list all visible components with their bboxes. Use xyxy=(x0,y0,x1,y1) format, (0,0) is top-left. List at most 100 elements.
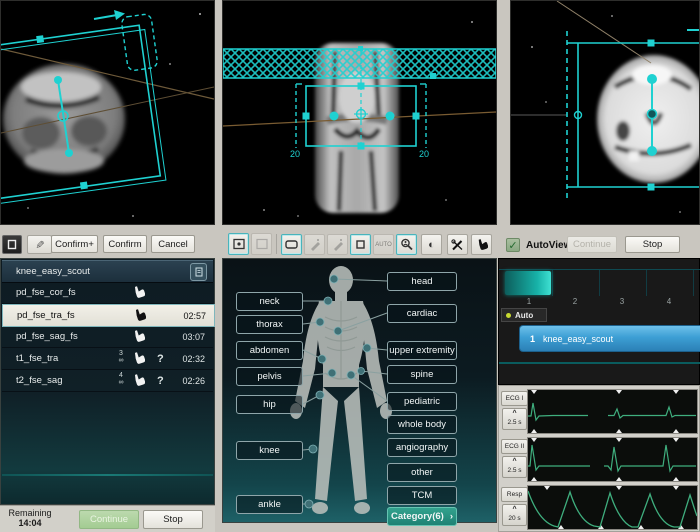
wrench-icon xyxy=(451,239,464,251)
link-group-icon: 3 ∞ xyxy=(114,350,128,364)
autoview-continue-button[interactable]: Continue xyxy=(567,236,617,253)
scan-time: 02:32 xyxy=(182,354,205,364)
confirm-button[interactable]: Confirm xyxy=(103,235,147,253)
body-button-whole-body[interactable]: whole body xyxy=(387,415,457,434)
up-chevron-icon: ^ xyxy=(503,505,526,514)
resp-scale-button[interactable]: ^ 20 s xyxy=(502,504,527,526)
slot-number: 3 xyxy=(612,297,632,306)
tools-button[interactable] xyxy=(447,234,468,255)
link-group-icon: 4 ∞ xyxy=(114,372,128,386)
scan-time: 03:07 xyxy=(182,332,205,342)
body-button-tcm[interactable]: TCM xyxy=(387,486,457,505)
saturation-band xyxy=(223,46,496,79)
fov-rect-icon xyxy=(285,240,298,249)
add-sat-band-button[interactable] xyxy=(327,234,348,255)
slot-number: 2 xyxy=(565,297,585,306)
stop-scan-button[interactable]: Stop xyxy=(143,510,203,529)
category-button[interactable]: Category(6) › xyxy=(387,507,457,526)
protocol-name: knee_easy_scout xyxy=(16,266,90,277)
pending-question-mark: ? xyxy=(157,353,164,365)
continue-scan-button[interactable]: Continue xyxy=(79,510,139,529)
queued-sequence-bar[interactable]: 1 knee_easy_scout xyxy=(519,325,700,352)
edit-pencil-button[interactable]: ✎ xyxy=(27,235,52,254)
scan-view-axial-right[interactable] xyxy=(510,0,700,225)
protocol-row-active[interactable]: knee_easy_scout xyxy=(2,260,213,283)
scan-control-bar: Remaining 14:04 Continue Stop xyxy=(0,505,215,532)
pencil-icon: ✎ xyxy=(33,240,46,249)
autoview-stop-button[interactable]: Stop xyxy=(625,236,680,253)
body-button-upper-extremity[interactable]: upper extremity xyxy=(387,341,457,360)
body-button-angiography[interactable]: angiography xyxy=(387,438,457,457)
hand-pointer-icon xyxy=(476,238,488,251)
blank-image-icon xyxy=(256,238,268,250)
body-region-panel: neck thorax abdomen pelvis hip knee ankl… xyxy=(222,258,497,523)
resp-label[interactable]: Resp xyxy=(501,487,528,502)
scan-time: 02:26 xyxy=(182,376,205,386)
ecg2-label[interactable]: ECG II xyxy=(501,439,528,454)
fov-rect-tool-button[interactable] xyxy=(281,234,302,255)
image-icon xyxy=(233,238,245,250)
mri-console: 20 20 xyxy=(0,0,700,532)
check-icon: ✓ xyxy=(508,239,517,252)
protocol-row[interactable]: t2_fse_sag 4 ∞ ? 02:26 xyxy=(2,370,213,392)
coronal-knee-image-overlay: 20 20 xyxy=(223,1,496,224)
timeline-active-block[interactable] xyxy=(505,271,551,295)
protocol-name: t1_fse_tra xyxy=(16,353,58,364)
protocol-row[interactable]: pd_fse_cor_fs xyxy=(2,282,213,304)
body-button-head[interactable]: head xyxy=(387,272,457,291)
ecg1-label[interactable]: ECG I xyxy=(501,391,528,406)
autoview-checkbox[interactable]: ✓ xyxy=(506,238,520,252)
image-display-2-button[interactable] xyxy=(251,233,272,255)
protocol-row[interactable]: t1_fse_tra 3 ∞ ? 02:32 xyxy=(2,348,213,370)
sequence-name: knee_easy_scout xyxy=(543,334,613,344)
scan-view-coronal-middle[interactable]: 20 20 xyxy=(222,0,497,225)
body-button-hip[interactable]: hip xyxy=(236,395,303,414)
human-body-figure xyxy=(283,261,443,521)
slot-number: 4 xyxy=(659,297,679,306)
protocol-row[interactable]: pd_fse_sag_fs 03:07 xyxy=(2,326,213,348)
body-button-knee[interactable]: knee xyxy=(236,441,303,460)
person-magnifier-icon xyxy=(400,238,413,251)
body-button-cardiac[interactable]: cardiac xyxy=(387,304,457,323)
protocol-name: pd_fse_tra_fs xyxy=(17,310,75,321)
square-marker-tool-button[interactable] xyxy=(350,234,371,255)
ecg1-waveform xyxy=(527,389,698,434)
pencil-plus-icon xyxy=(309,239,321,251)
body-button-ankle[interactable]: ankle xyxy=(236,495,303,514)
slot-number: 1 xyxy=(519,297,539,306)
body-button-pelvis[interactable]: pelvis xyxy=(236,367,303,386)
scan-time: 02:57 xyxy=(183,311,206,321)
body-button-other[interactable]: other xyxy=(387,463,457,482)
hand-pointer-icon xyxy=(132,351,145,365)
image-display-button[interactable] xyxy=(228,233,249,255)
body-button-neck[interactable]: neck xyxy=(236,292,303,311)
fov-size-label-right: 20 xyxy=(419,149,429,159)
chevron-right-icon: › xyxy=(450,511,453,522)
confirm-plus-button[interactable]: Confirm+ xyxy=(51,235,98,253)
hand-pointer-icon xyxy=(132,285,145,299)
body-button-thorax[interactable]: thorax xyxy=(236,315,303,334)
patient-zoom-button[interactable] xyxy=(396,234,417,255)
chain-icon: ∞ xyxy=(119,379,124,386)
body-button-pediatric[interactable]: pediatric xyxy=(387,392,457,411)
auto-position-button[interactable]: AUTO xyxy=(373,234,394,255)
manual-mode-button[interactable] xyxy=(471,234,492,255)
ecg2-scale-button[interactable]: ^ 2.5 s xyxy=(502,456,527,478)
up-chevron-icon: ^ xyxy=(503,457,526,466)
add-slice-group-button[interactable] xyxy=(304,234,325,255)
sequence-index: 1 xyxy=(530,334,535,344)
scan-reference-icon[interactable] xyxy=(190,263,207,281)
scan-view-axial-left[interactable] xyxy=(0,0,215,225)
protocol-row-selected[interactable]: pd_fse_tra_fs 02:57 xyxy=(2,304,215,327)
ecg1-scale-button[interactable]: ^ 2.5 s xyxy=(502,408,527,430)
chain-icon: ∞ xyxy=(119,357,124,364)
timeline-divider xyxy=(499,362,700,364)
auto-tab[interactable]: Auto xyxy=(501,308,547,322)
body-button-abdomen[interactable]: abdomen xyxy=(236,341,303,360)
cancel-button[interactable]: Cancel xyxy=(151,235,195,253)
resp-waveform xyxy=(527,485,698,530)
window-level-button[interactable]: ◐ xyxy=(421,234,442,255)
auto-status-dot xyxy=(506,313,511,318)
body-button-spine[interactable]: spine xyxy=(387,365,457,384)
active-tool-button[interactable] xyxy=(2,235,22,254)
